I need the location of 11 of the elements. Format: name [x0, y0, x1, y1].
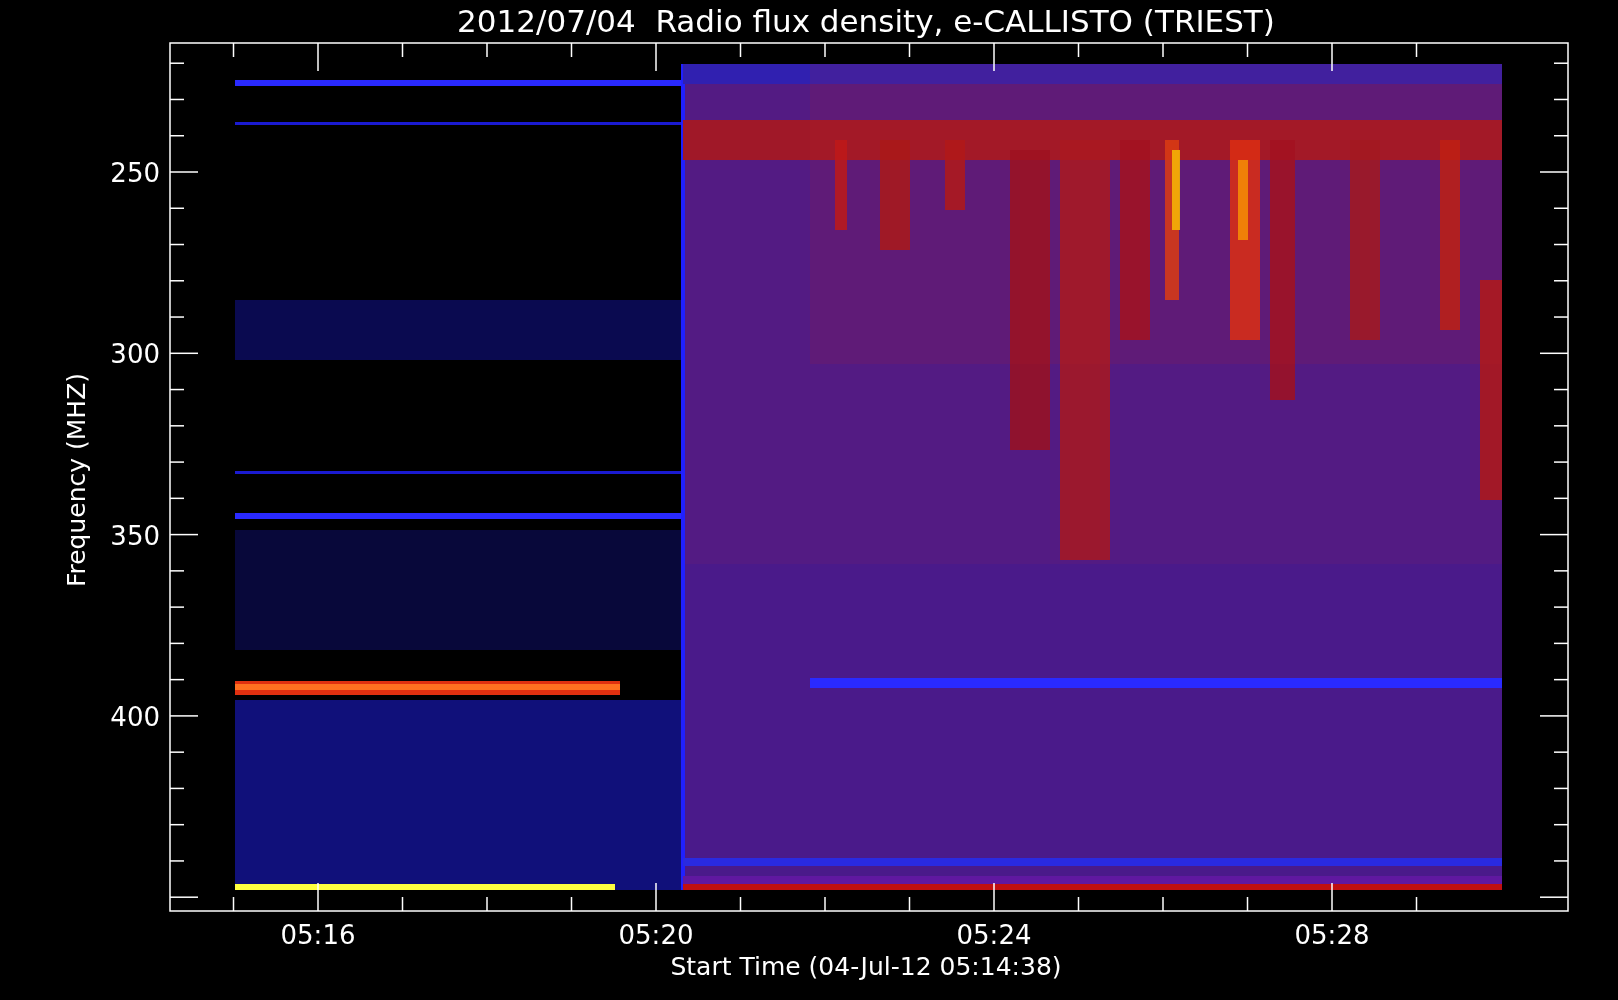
y-tick-label: 400: [110, 701, 160, 732]
x-axis-label: Start Time (04-Jul-12 05:14:38): [670, 952, 1062, 981]
x-tick-label: 05:28: [1294, 920, 1370, 950]
y-tick-label: 250: [110, 158, 160, 188]
plot-title: 2012/07/04 Radio flux density, e-CALLISTO (TRIEST): [457, 3, 1275, 39]
y-axis-label: Frequency (MHZ): [62, 372, 91, 588]
x-tick-label: 05:24: [956, 920, 1032, 950]
x-tick-label: 05:16: [280, 920, 356, 950]
y-tick-label: 300: [110, 339, 160, 370]
y-tick-label: 350: [110, 520, 160, 551]
x-tick-label: 05:20: [618, 920, 694, 950]
